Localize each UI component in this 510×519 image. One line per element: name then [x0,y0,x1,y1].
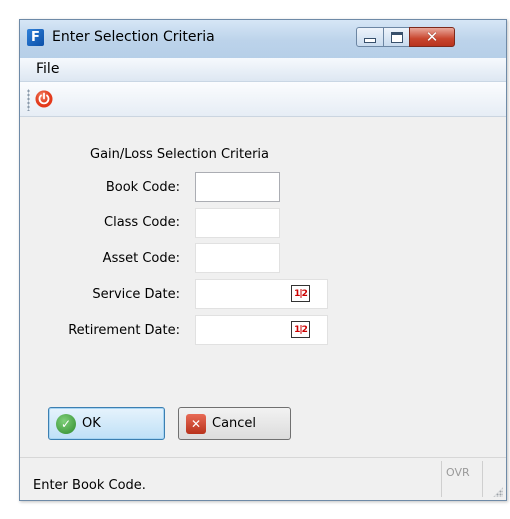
service-date-label: Service Date: [92,287,180,302]
window-title: Enter Selection Criteria [52,29,215,45]
retirement-date-label: Retirement Date: [68,323,180,338]
power-icon [35,90,53,108]
close-icon: ✕ [425,28,439,46]
retirement-date-calendar-icon[interactable]: 1|2 [291,321,310,338]
checkmark-icon: ✓ [56,413,76,434]
dialog-window: F Enter Selection Criteria ✕ File Gain/L… [19,19,507,501]
status-message: Enter Book Code. [33,478,146,493]
menu-bar: File [20,58,506,82]
cancel-button-label: Cancel [212,416,257,431]
overwrite-mode-indicator: OVR [446,466,470,479]
status-bar: Enter Book Code. OVR [20,457,506,500]
maximize-icon [390,31,403,43]
ok-button-label: OK [82,416,101,431]
status-divider [482,461,483,497]
class-code-input[interactable] [195,208,280,238]
app-icon: F [27,29,44,46]
exit-button[interactable] [35,90,53,108]
resize-grip[interactable] [493,487,503,497]
service-date-calendar-icon[interactable]: 1|2 [291,285,310,302]
close-button[interactable]: ✕ [409,27,455,47]
book-code-label: Book Code: [105,180,180,195]
asset-code-input[interactable] [195,243,280,273]
cancel-button[interactable]: ✕ Cancel [178,407,291,440]
cancel-x-icon: ✕ [186,413,206,434]
class-code-label: Class Code: [104,215,180,230]
form-heading: Gain/Loss Selection Criteria [90,147,270,162]
menu-file[interactable]: File [36,61,59,77]
title-bar[interactable]: F Enter Selection Criteria ✕ [20,20,506,59]
toolbar [20,82,506,117]
ok-button[interactable]: ✓ OK [48,407,165,440]
form-area: Gain/Loss Selection Criteria Book Code: … [20,117,506,500]
minimize-icon [364,37,376,43]
status-divider [441,461,442,497]
minimize-button[interactable] [356,27,384,47]
toolbar-grip[interactable] [27,89,30,111]
asset-code-label: Asset Code: [102,251,180,266]
book-code-input[interactable] [195,172,280,202]
maximize-button[interactable] [383,27,410,47]
